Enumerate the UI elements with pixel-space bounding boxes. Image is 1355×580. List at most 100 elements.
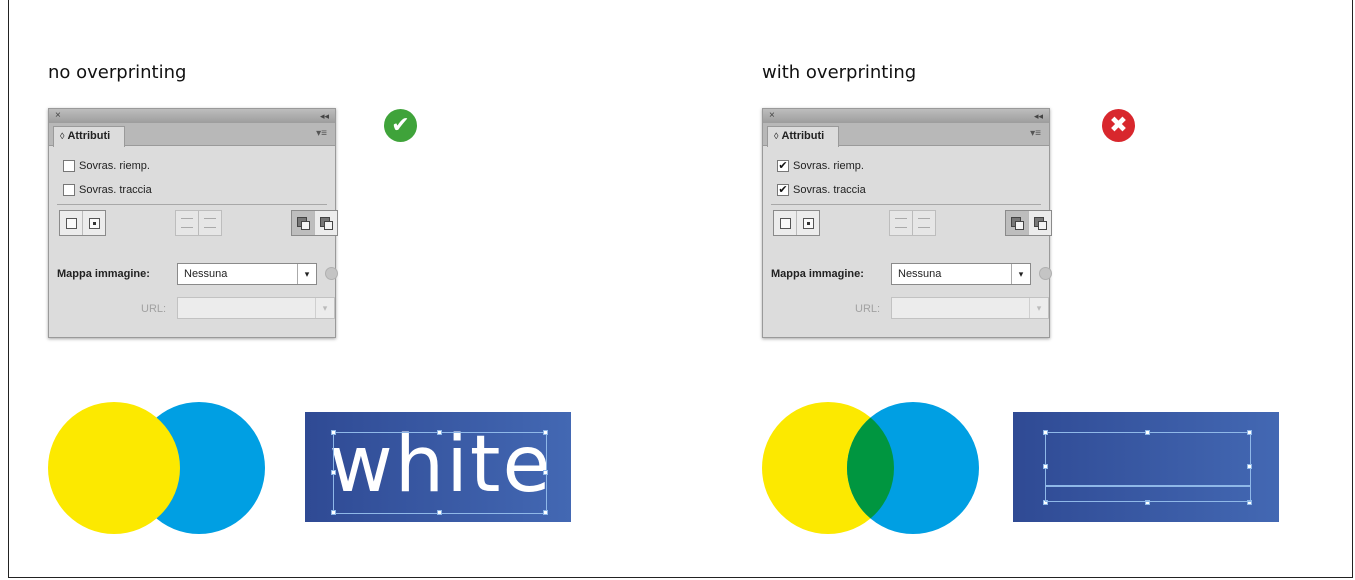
overlap-squares-icon (320, 217, 333, 230)
image-map-button[interactable] (83, 211, 105, 235)
align-left-button[interactable] (176, 211, 199, 235)
tab-label: Attributi (67, 130, 111, 142)
globe-icon[interactable] (325, 267, 338, 280)
url-field[interactable]: ▾ (891, 297, 1049, 319)
stroke-overprint-label: Sovras. traccia (793, 184, 866, 196)
url-label: URL: (855, 303, 881, 315)
image-map-button[interactable] (797, 211, 819, 235)
tab-attributi[interactable]: ◊ Attributi (53, 126, 126, 147)
selection-handle[interactable] (1145, 430, 1150, 435)
evenodd-button[interactable] (1029, 211, 1051, 235)
separator (771, 204, 1041, 205)
stroke-overprint-row[interactable]: Sovras. traccia (63, 181, 152, 199)
lines-icon (181, 218, 193, 228)
text-frame-selection (333, 432, 547, 514)
right-circles (762, 402, 979, 534)
image-map-select[interactable]: Nessuna ▾ (177, 263, 317, 285)
selection-handle[interactable] (543, 510, 548, 515)
chevron-down-icon: ▾ (1029, 298, 1048, 318)
fill-overprint-checkbox[interactable] (63, 160, 75, 173)
panel-menu-icon[interactable]: ▾≡ (316, 128, 327, 139)
selection-handle[interactable] (1043, 464, 1048, 469)
selection-handle[interactable] (543, 470, 548, 475)
nonzero-evenodd-buttons (1005, 210, 1052, 236)
separator (57, 204, 327, 205)
chevron-down-icon: ▾ (297, 264, 316, 284)
right-attributes-panel: × ◂◂ ◊ Attributi ▾≡ ✔ Sovras. riemp. ✔ Sovr… (762, 108, 1052, 338)
no-image-map-button[interactable] (60, 211, 83, 235)
fill-overprint-row[interactable]: Sovras. riemp. (63, 157, 150, 175)
stroke-overprint-checkbox[interactable] (63, 184, 75, 197)
shape-mode-buttons (59, 210, 106, 236)
nonzero-button[interactable] (1006, 211, 1029, 235)
stroke-overprint-checkbox[interactable]: ✔ (777, 184, 789, 197)
shape-mode-buttons (773, 210, 820, 236)
yellow-circle (48, 402, 180, 534)
tab-label: Attributi (781, 130, 825, 142)
fill-overprint-row[interactable]: ✔ Sovras. riemp. (777, 157, 864, 175)
tab-attributi[interactable]: ◊ Attributi (767, 126, 840, 147)
selection-handle[interactable] (543, 430, 548, 435)
right-heading: with overprinting (762, 62, 917, 83)
check-icon: ✔ (384, 109, 417, 142)
panel-tabstrip: ◊ Attributi ▾≡ (763, 123, 1049, 147)
selection-handle[interactable] (437, 510, 442, 515)
selection-handle[interactable] (1247, 430, 1252, 435)
panel-menu-icon[interactable]: ▾≡ (1030, 128, 1041, 139)
nonzero-button[interactable] (292, 211, 315, 235)
fill-overprint-checkbox[interactable]: ✔ (777, 160, 789, 173)
selection-handle[interactable] (331, 430, 336, 435)
overlap-squares-icon (297, 217, 310, 230)
align-right-button[interactable] (199, 211, 221, 235)
cross-icon: ✖ (1102, 109, 1135, 142)
close-icon[interactable]: × (55, 109, 61, 123)
image-map-value: Nessuna (184, 268, 228, 280)
stroke-overprint-row[interactable]: ✔ Sovras. traccia (777, 181, 866, 199)
url-label: URL: (141, 303, 167, 315)
close-icon[interactable]: × (769, 109, 775, 123)
selection-handle[interactable] (1247, 464, 1252, 469)
panel-tabstrip: ◊ Attributi ▾≡ (49, 123, 335, 147)
chevron-down-icon: ▾ (1011, 264, 1030, 284)
panel-titlebar[interactable]: × ◂◂ (49, 109, 335, 123)
evenodd-button[interactable] (315, 211, 337, 235)
lines-icon (918, 218, 930, 228)
tab-arrow-icon: ◊ (60, 131, 65, 141)
image-map-label: Mappa immagine: (771, 268, 864, 280)
align-right-button[interactable] (913, 211, 935, 235)
left-heading: no overprinting (48, 62, 187, 83)
selection-handle[interactable] (1043, 430, 1048, 435)
overlap-squares-icon (1011, 217, 1024, 230)
fill-overprint-label: Sovras. riemp. (79, 160, 150, 172)
align-left-button[interactable] (890, 211, 913, 235)
disabled-align-buttons (889, 210, 936, 236)
lines-icon (895, 218, 907, 228)
stroke-overprint-label: Sovras. traccia (79, 184, 152, 196)
no-image-map-button[interactable] (774, 211, 797, 235)
image-map-label: Mappa immagine: (57, 268, 150, 280)
tab-arrow-icon: ◊ (774, 131, 779, 141)
selection-handle[interactable] (331, 510, 336, 515)
square-dot-icon (802, 217, 814, 229)
text-frame-selection (1045, 432, 1251, 486)
chevron-down-icon: ▾ (315, 298, 334, 318)
lines-icon (204, 218, 216, 228)
square-dot-icon (88, 217, 100, 229)
globe-icon[interactable] (1039, 267, 1052, 280)
image-map-select[interactable]: Nessuna ▾ (891, 263, 1031, 285)
url-field[interactable]: ▾ (177, 297, 335, 319)
overlap-squares-icon (1034, 217, 1047, 230)
collapse-icon[interactable]: ◂◂ (1034, 109, 1043, 123)
panel-titlebar[interactable]: × ◂◂ (763, 109, 1049, 123)
selection-handle[interactable] (437, 430, 442, 435)
fill-overprint-label: Sovras. riemp. (793, 160, 864, 172)
image-map-value: Nessuna (898, 268, 942, 280)
square-icon (65, 217, 77, 229)
white-text-box: white (305, 412, 571, 522)
text-baseline-box (1045, 486, 1251, 502)
square-icon (779, 217, 791, 229)
disabled-align-buttons (175, 210, 222, 236)
collapse-icon[interactable]: ◂◂ (320, 109, 329, 123)
selection-handle[interactable] (331, 470, 336, 475)
overprinted-text-box (1013, 412, 1279, 522)
